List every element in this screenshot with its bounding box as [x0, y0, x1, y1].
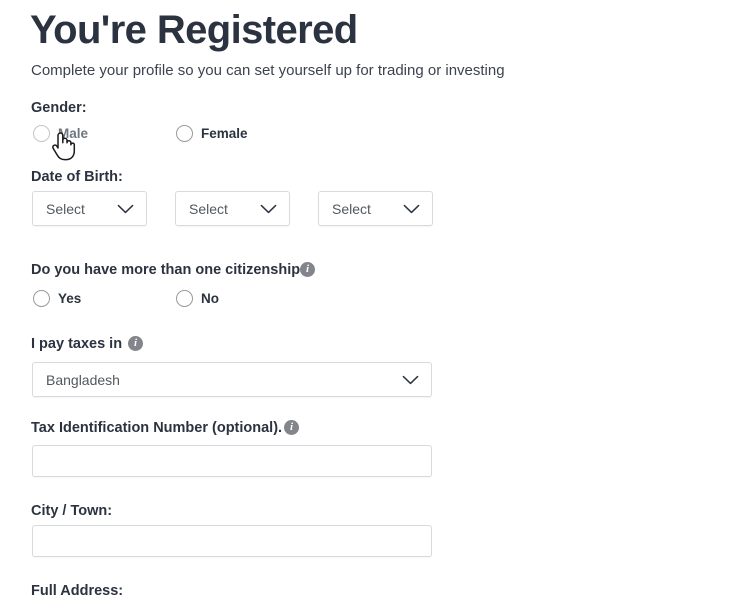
radio-circle-male — [33, 125, 50, 142]
chevron-down-icon — [260, 204, 277, 214]
city-input[interactable] — [32, 525, 432, 557]
page-subtitle: Complete your profile so you can set you… — [31, 62, 505, 79]
full-address-label: Full Address: — [31, 583, 124, 599]
date-of-birth-day-value: Select — [46, 200, 85, 217]
citizenship-radio-yes[interactable]: Yes — [33, 290, 81, 307]
registration-form-page: You're Registered Complete your profile … — [0, 0, 750, 609]
date-of-birth-label: Date of Birth: — [31, 169, 123, 185]
radio-circle-yes — [33, 290, 50, 307]
gender-radio-female-label: Female — [201, 126, 248, 141]
tax-country-label: I pay taxes in — [31, 336, 123, 352]
tax-country-value: Bangladesh — [46, 371, 120, 388]
gender-radio-female[interactable]: Female — [176, 125, 248, 142]
info-icon-tax-id[interactable]: i — [284, 420, 299, 435]
info-icon-tax-country[interactable]: i — [128, 336, 143, 351]
radio-circle-no — [176, 290, 193, 307]
chevron-down-icon — [403, 204, 420, 214]
date-of-birth-year-value: Select — [332, 200, 371, 217]
date-of-birth-year-select[interactable]: Select — [318, 191, 433, 226]
citizenship-label: Do you have more than one citizenship? — [31, 262, 309, 278]
date-of-birth-month-value: Select — [189, 200, 228, 217]
tax-country-select[interactable]: Bangladesh — [32, 362, 432, 397]
citizenship-radio-no-label: No — [201, 291, 219, 306]
citizenship-radio-yes-label: Yes — [58, 291, 82, 306]
chevron-down-icon — [117, 204, 134, 214]
chevron-down-icon — [402, 375, 419, 385]
radio-circle-female — [176, 125, 193, 142]
date-of-birth-month-select[interactable]: Select — [175, 191, 290, 226]
gender-label: Gender: — [31, 100, 87, 116]
page-title: You're Registered — [30, 8, 358, 52]
date-of-birth-day-select[interactable]: Select — [32, 191, 147, 226]
city-label: City / Town: — [31, 503, 113, 519]
tax-id-label: Tax Identification Number (optional). — [31, 420, 283, 436]
tax-id-input[interactable] — [32, 445, 432, 477]
citizenship-radio-no[interactable]: No — [176, 290, 219, 307]
gender-radio-male[interactable]: Male — [33, 125, 88, 142]
info-icon-citizenship[interactable]: i — [300, 262, 315, 277]
gender-radio-male-label: Male — [58, 126, 89, 141]
